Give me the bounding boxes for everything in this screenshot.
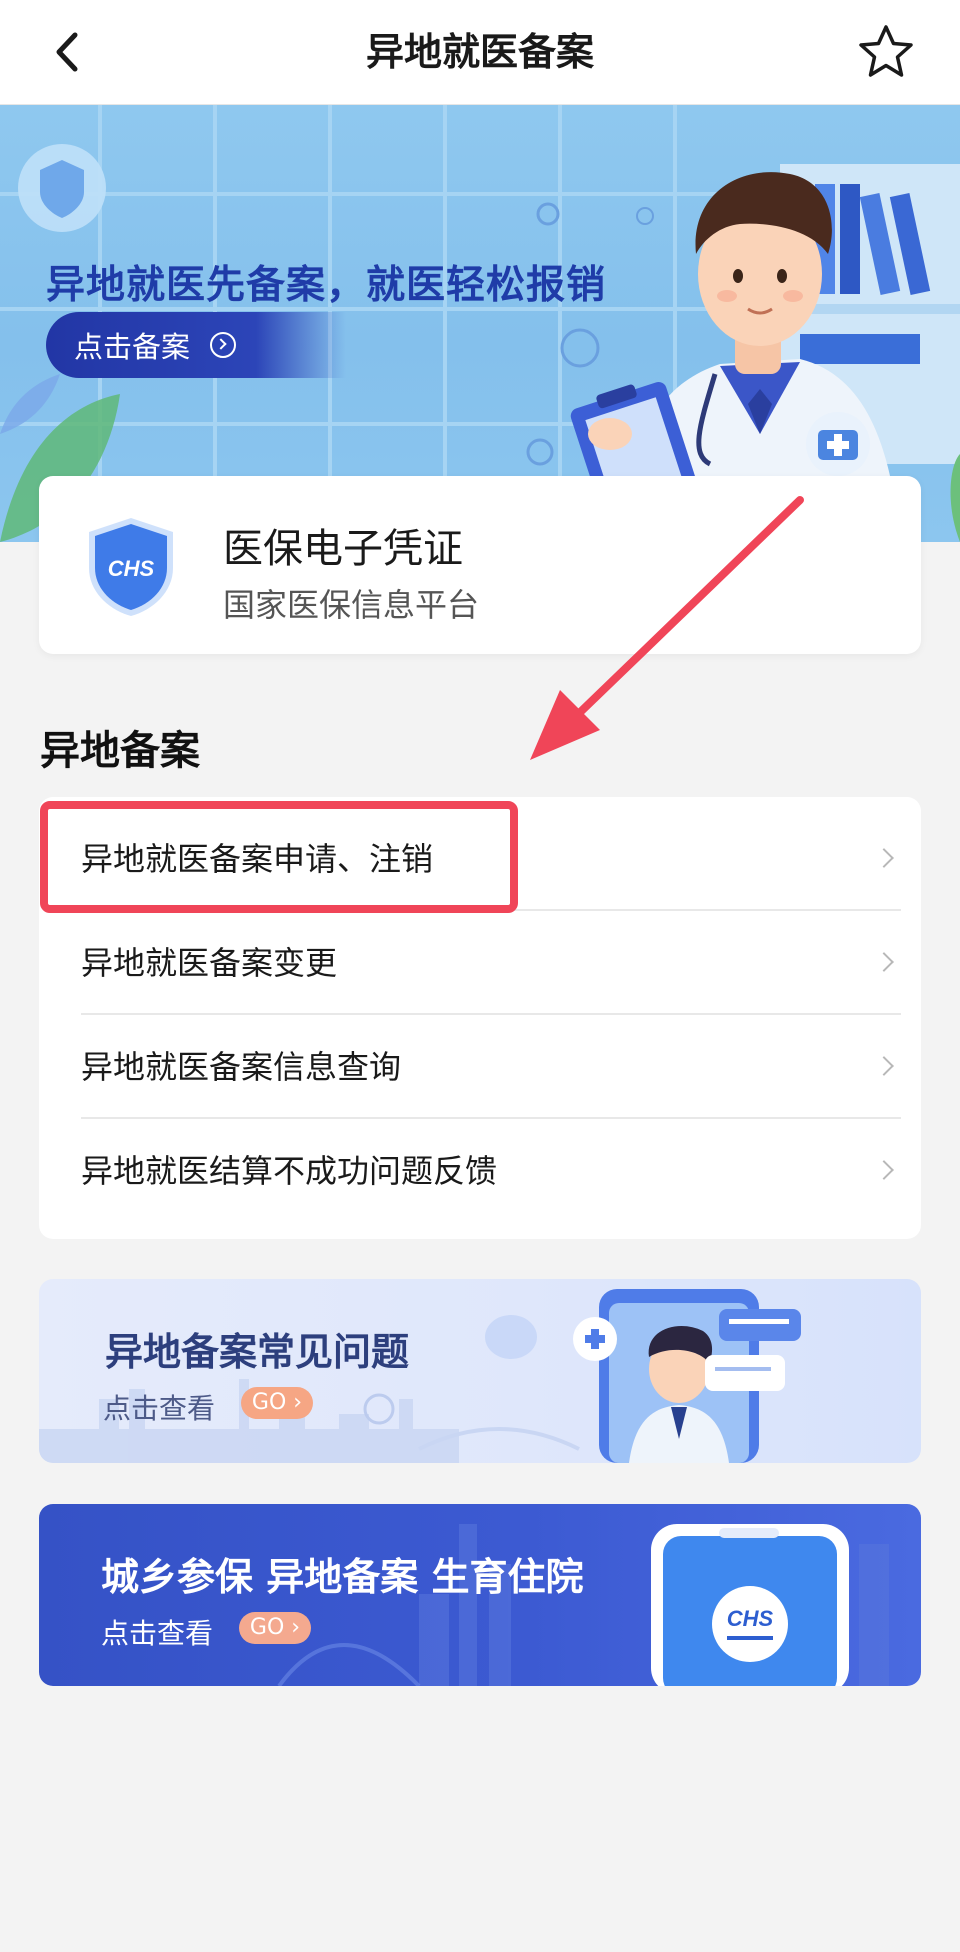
page-title: 异地就医备案 — [365, 30, 594, 74]
faq-promo-subtitle: 点击查看 — [103, 1392, 216, 1425]
menu-item-change[interactable]: 异地就医备案变更 — [39, 911, 921, 1015]
go-label: GO — [251, 1390, 287, 1415]
faq-promo-title: 异地备案常见问题 — [105, 1330, 410, 1374]
chs-shield-icon: CHS — [89, 518, 173, 616]
highlight-annotation-box — [40, 801, 518, 913]
faq-go-button[interactable]: GO › — [241, 1387, 313, 1419]
section-title: 异地备案 — [40, 728, 200, 774]
chevron-right-icon — [874, 952, 894, 972]
chevron-right-icon — [874, 848, 894, 868]
banner-headline: 异地就医先备案，就医轻松报销 — [46, 263, 607, 308]
menu-item-label: 异地就医备案信息查询 — [81, 1048, 402, 1086]
insurance-promo-title: 城乡参保 异地备案 生育住院 — [101, 1555, 584, 1599]
go-label: GO — [249, 1615, 285, 1640]
chevron-right-icon — [874, 1160, 894, 1180]
faq-promo-card[interactable]: 异地备案常见问题 点击查看 GO › — [39, 1279, 921, 1463]
favorite-button[interactable] — [856, 22, 916, 82]
menu-item-feedback[interactable]: 异地就医结算不成功问题反馈 — [39, 1119, 921, 1223]
chevron-right-icon — [874, 1056, 894, 1076]
menu-item-label: 异地就医备案变更 — [81, 944, 338, 982]
insurance-promo-subtitle: 点击查看 — [101, 1617, 214, 1650]
arrow-right-circle-icon — [210, 332, 237, 358]
nav-bar: 异地就医备案 — [0, 0, 960, 105]
register-now-label: 点击备案 — [74, 330, 191, 364]
insurance-go-button[interactable]: GO › — [239, 1612, 311, 1644]
medical-insurance-credential-card[interactable]: CHS 医保电子凭证 国家医保信息平台 — [39, 476, 921, 654]
menu-item-label: 异地就医结算不成功问题反馈 — [81, 1152, 498, 1190]
insurance-promo-card[interactable]: CHS 城乡参保 异地备案 生育住院 点击查看 GO › — [39, 1504, 921, 1686]
star-outline-icon — [859, 25, 913, 77]
credential-subtitle: 国家医保信息平台 — [223, 586, 480, 624]
chs-logo-text: CHS — [727, 1606, 774, 1631]
register-now-button[interactable]: 点击备案 — [46, 312, 346, 378]
menu-item-query[interactable]: 异地就医备案信息查询 — [39, 1015, 921, 1119]
credential-title: 医保电子凭证 — [223, 526, 463, 572]
chs-logo-text: CHS — [108, 556, 155, 581]
